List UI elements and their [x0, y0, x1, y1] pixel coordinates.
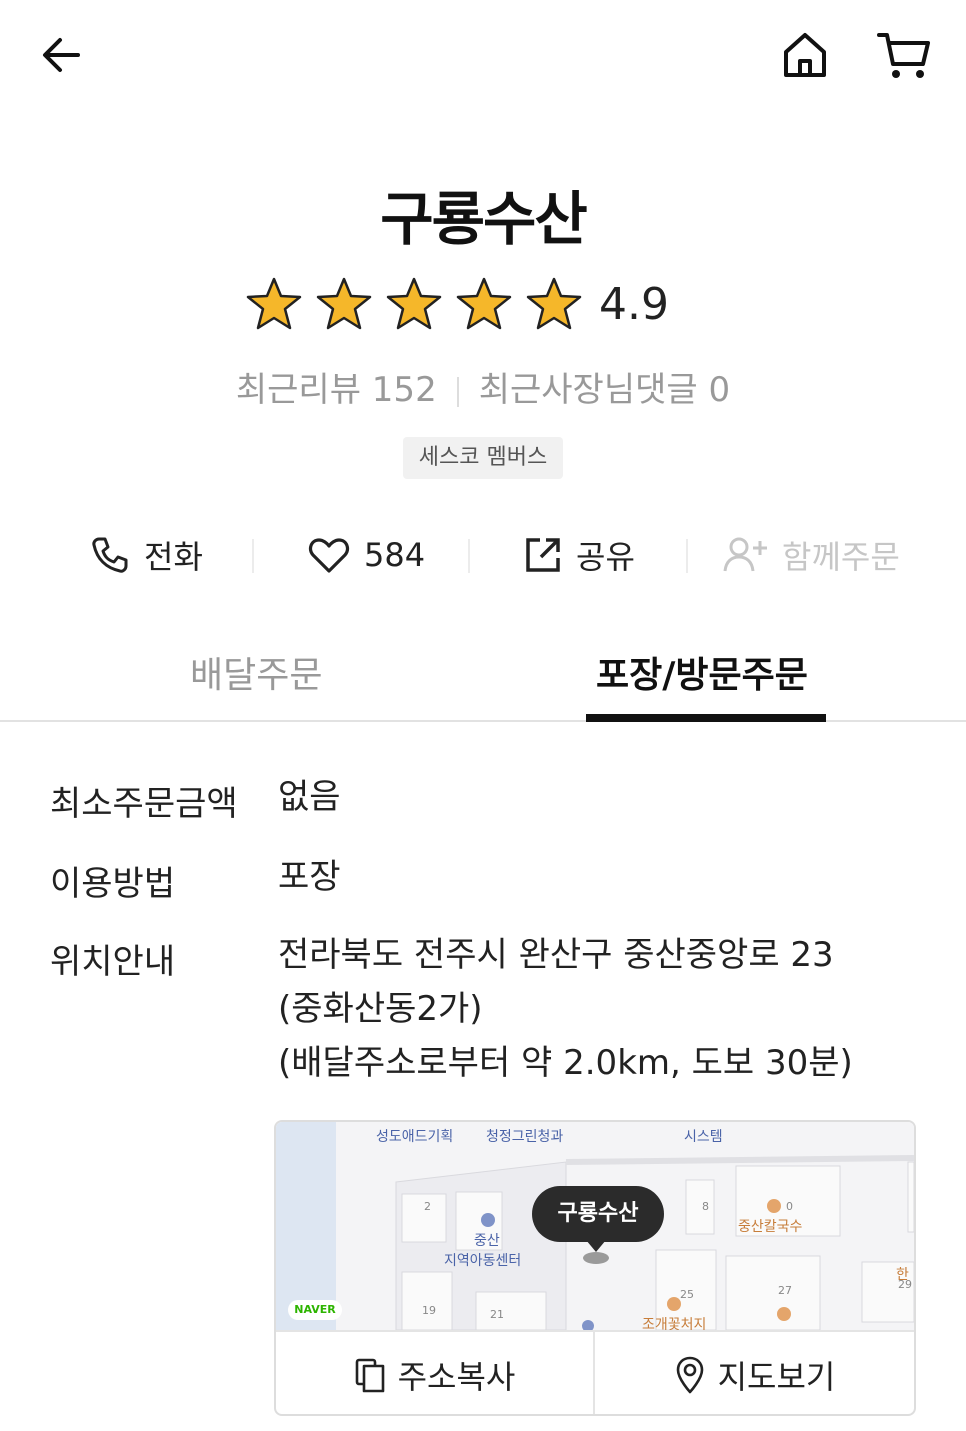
map-number: 2	[424, 1200, 431, 1213]
map-label: 중산	[474, 1233, 500, 1249]
active-tab-indicator	[586, 714, 826, 722]
share-label: 공유	[576, 538, 635, 576]
map-pin-label: 구룡수산	[532, 1186, 664, 1242]
min-order-value: 없음	[278, 777, 341, 817]
location-label: 위치안내	[50, 942, 176, 982]
share-icon	[526, 538, 560, 572]
rating-row: 4.9	[245, 274, 669, 334]
star-icon	[316, 277, 372, 330]
order-tabs: 배달주문 포장/방문주문	[0, 632, 966, 722]
divider	[456, 376, 459, 407]
naver-logo: NAVER	[288, 1300, 342, 1320]
share-button[interactable]: 공유	[524, 525, 635, 585]
address-line-2: (중화산동2가)	[278, 989, 483, 1029]
star-icon	[246, 277, 302, 330]
star-icon	[456, 277, 512, 330]
star-icon	[526, 277, 582, 330]
map-label: 지역아동센터	[444, 1253, 522, 1269]
copy-address-button[interactable]: 주소복사	[276, 1332, 595, 1414]
tab-delivery[interactable]: 배달주문	[190, 646, 322, 698]
map-pin-icon	[583, 1252, 609, 1264]
recent-replies-link[interactable]: 최근사장님댓글 0	[479, 370, 730, 410]
divider	[686, 539, 688, 573]
phone-icon	[92, 537, 128, 573]
location-value: 전라북도 전주시 완산구 중산중앙로 23 (중화산동2가) (배달주소로부터 …	[278, 928, 918, 1090]
map-label: 시스템	[684, 1129, 723, 1145]
map-number: 19	[422, 1304, 436, 1317]
copy-address-label: 주소복사	[397, 1358, 516, 1396]
map-card: 성도애드기획 청정그린청과 시스템 2 8 0 중산 지역아동센터 중산칼국수 …	[274, 1120, 916, 1416]
call-button[interactable]: 전화	[90, 525, 203, 585]
distance-text: (배달주소로부터 약 2.0km, 도보 30분)	[278, 1043, 853, 1083]
group-order-button[interactable]: 함께주문	[722, 525, 900, 585]
copy-icon	[355, 1358, 384, 1393]
add-person-icon	[723, 537, 767, 572]
map-label: 청정그린청과	[486, 1129, 564, 1145]
divider	[252, 539, 254, 573]
usage-value: 포장	[278, 857, 341, 897]
heart-icon	[308, 538, 350, 573]
min-order-label: 최소주문금액	[50, 784, 238, 824]
call-label: 전화	[144, 538, 203, 576]
rating-value: 4.9	[599, 278, 669, 330]
cart-icon[interactable]	[876, 30, 932, 82]
store-name: 구룡수산	[380, 185, 587, 253]
view-map-button[interactable]: 지도보기	[595, 1332, 914, 1414]
like-button[interactable]: 584	[308, 525, 425, 585]
map-number: 25	[680, 1288, 694, 1301]
home-icon[interactable]	[780, 30, 830, 80]
view-map-label: 지도보기	[717, 1358, 836, 1396]
divider	[468, 539, 470, 573]
map-number: 8	[702, 1200, 709, 1213]
map-number: 21	[490, 1308, 504, 1321]
arrow-left-icon[interactable]	[38, 32, 84, 78]
map-number: 0	[786, 1200, 793, 1213]
action-row: 전화 584 공유 함께주문	[0, 525, 966, 585]
location-pin-icon	[676, 1356, 703, 1394]
group-order-label: 함께주문	[782, 538, 900, 576]
cesco-badge: 세스코 멤버스	[403, 437, 563, 479]
map-number: 27	[778, 1284, 792, 1297]
map-number: 29	[898, 1278, 912, 1291]
map-pin-tip	[586, 1240, 606, 1252]
map-actions: 주소복사 지도보기	[276, 1330, 914, 1414]
map-label: 성도애드기획	[376, 1129, 454, 1145]
usage-label: 이용방법	[50, 864, 176, 904]
top-bar	[0, 0, 966, 110]
recent-reviews-link[interactable]: 최근리뷰 152	[236, 370, 437, 410]
map-label: 중산칼국수	[738, 1219, 803, 1235]
map-preview[interactable]: 성도애드기획 청정그린청과 시스템 2 8 0 중산 지역아동센터 중산칼국수 …	[276, 1122, 914, 1333]
address-line-1: 전라북도 전주시 완산구 중산중앙로 23	[278, 935, 834, 975]
like-count: 584	[364, 536, 426, 574]
star-icon	[386, 277, 442, 330]
tab-pickup[interactable]: 포장/방문주문	[596, 646, 808, 698]
review-summary: 최근리뷰 152 최근사장님댓글 0	[0, 362, 966, 411]
